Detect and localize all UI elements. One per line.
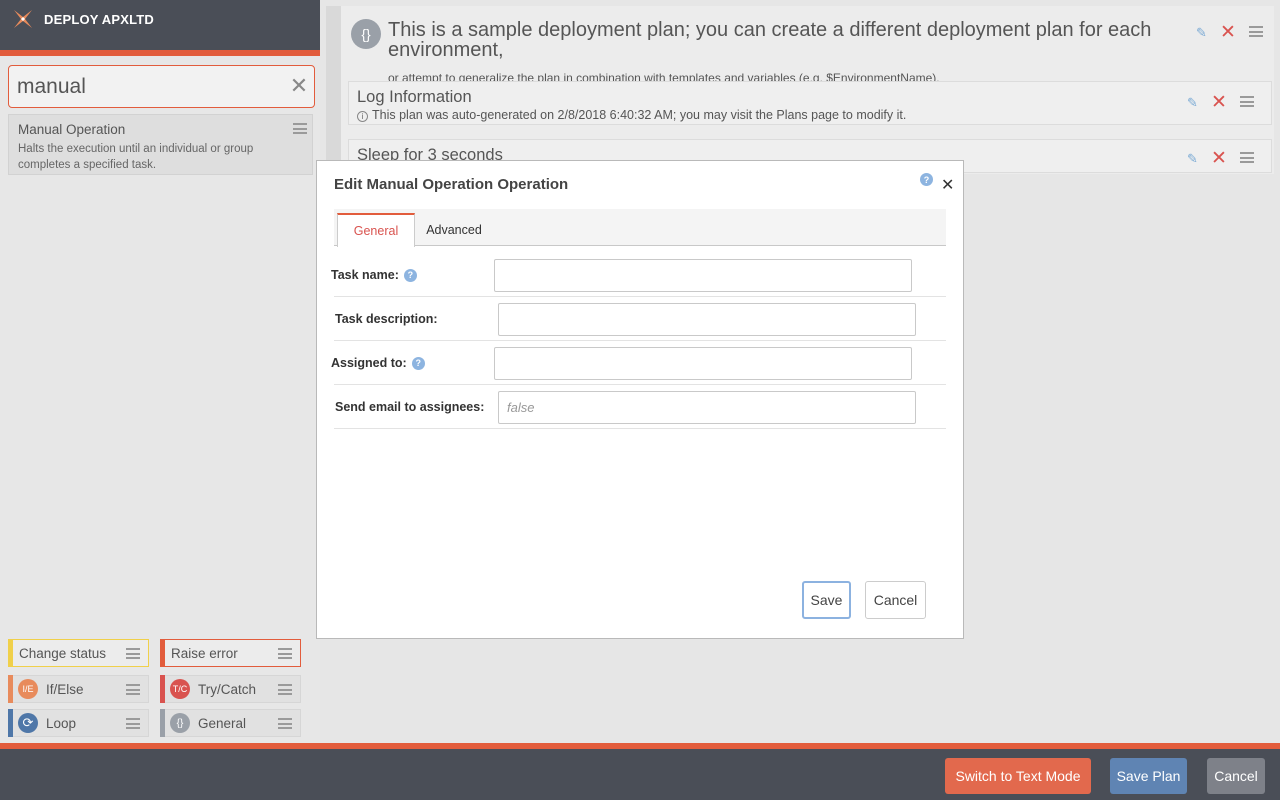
operation-title: Manual Operation [18, 122, 126, 137]
drag-handle-icon[interactable] [126, 684, 140, 695]
switch-to-text-mode-button[interactable]: Switch to Text Mode [945, 758, 1091, 794]
operation-actions: ✎ ✕ [1187, 148, 1257, 169]
chip-color-bar [160, 709, 165, 737]
footer-bar: Switch to Text Mode Save Plan Cancel [0, 749, 1280, 800]
palette-general[interactable]: {} General [160, 709, 301, 737]
tab-bar: General Advanced [334, 209, 946, 247]
plan-gutter [326, 6, 341, 174]
palette-if-else[interactable]: I/E If/Else [8, 675, 149, 703]
loop-icon: ⟳ [18, 713, 38, 733]
assigned-to-row: Assigned to:? [331, 341, 946, 385]
chip-label: Change status [19, 645, 107, 661]
task-name-input[interactable] [494, 259, 912, 292]
delete-icon[interactable]: ✕ [1220, 21, 1236, 44]
operation-actions: ✎ ✕ [1187, 92, 1257, 113]
chip-label: Raise error [171, 645, 238, 661]
braces-icon: {} [351, 19, 381, 49]
plan-general-block[interactable]: {} This is a sample deployment plan; you… [348, 14, 1268, 85]
footer-cancel-button[interactable]: Cancel [1207, 758, 1265, 794]
task-name-label: Task name:? [331, 268, 417, 282]
chip-color-bar [160, 675, 165, 703]
chip-label: If/Else [46, 681, 84, 697]
field-label-text: Send email to assignees: [335, 400, 485, 414]
drag-handle-icon[interactable] [126, 718, 140, 729]
delete-icon[interactable]: ✕ [1211, 147, 1227, 170]
drag-handle-icon[interactable] [1240, 96, 1254, 107]
drag-handle-icon[interactable] [126, 648, 140, 659]
task-description-input[interactable] [498, 303, 916, 336]
drag-handle-icon[interactable] [293, 123, 307, 134]
task-name-row: Task name:? [331, 253, 946, 297]
chip-label: Loop [46, 715, 77, 731]
braces-icon: {} [170, 713, 190, 733]
list-item[interactable]: Manual Operation Halts the execution unt… [8, 114, 313, 175]
field-label-text: Assigned to: [331, 356, 407, 370]
operation-description: Halts the execution until an individual … [18, 143, 254, 171]
chip-color-bar [8, 639, 13, 667]
palette-raise-error[interactable]: Raise error [160, 639, 301, 667]
if-else-icon: I/E [18, 679, 38, 699]
edit-icon[interactable]: ✎ [1196, 25, 1207, 41]
chip-color-bar [8, 675, 13, 703]
chip-color-bar [160, 639, 165, 667]
edit-operation-dialog: Edit Manual Operation Operation ? ✕ Gene… [316, 160, 964, 639]
save-plan-button[interactable]: Save Plan [1110, 758, 1187, 794]
field-label-text: Task description: [335, 312, 438, 326]
cancel-button[interactable]: Cancel [865, 581, 926, 619]
chip-color-bar [8, 709, 13, 737]
save-button[interactable]: Save [802, 581, 851, 619]
sidebar: DEPLOY APXLTD ✕ Manual Operation Halts t… [0, 0, 320, 743]
task-description-label: Task description: [335, 312, 438, 326]
palette-try-catch[interactable]: T/C Try/Catch [160, 675, 301, 703]
send-email-row: Send email to assignees: [334, 385, 946, 429]
drag-handle-icon[interactable] [278, 648, 292, 659]
send-email-input[interactable] [498, 391, 916, 424]
delete-icon[interactable]: ✕ [1211, 91, 1227, 114]
operation-title: Log Information [357, 88, 472, 106]
close-icon[interactable]: ✕ [288, 74, 310, 98]
logo-icon [14, 10, 32, 28]
close-icon[interactable]: ✕ [941, 175, 954, 195]
header-accent [0, 50, 320, 56]
search-input[interactable] [17, 74, 277, 99]
tab-advanced[interactable]: Advanced [424, 213, 484, 246]
operation-subtitle: i This plan was auto-generated on 2/8/201… [357, 108, 906, 122]
assigned-to-label: Assigned to:? [331, 356, 425, 370]
assigned-to-input[interactable] [494, 347, 912, 380]
operation-subtitle-text: This plan was auto-generated on 2/8/2018… [372, 108, 907, 122]
plan-editor: {} This is a sample deployment plan; you… [326, 6, 1274, 174]
tab-general[interactable]: General [337, 213, 415, 247]
edit-icon[interactable]: ✎ [1187, 95, 1198, 111]
info-icon: i [357, 111, 368, 122]
chip-label: General [198, 715, 247, 731]
try-catch-icon: T/C [170, 679, 190, 699]
help-icon[interactable]: ? [920, 173, 933, 186]
app-header: DEPLOY APXLTD [0, 0, 320, 50]
field-label-text: Task name: [331, 268, 399, 282]
block-actions: ✎ ✕ [1196, 22, 1266, 43]
palette-loop[interactable]: ⟳ Loop [8, 709, 149, 737]
help-icon[interactable]: ? [403, 268, 417, 282]
dialog-title: Edit Manual Operation Operation [334, 176, 569, 193]
palette-change-status[interactable]: Change status [8, 639, 149, 667]
task-description-row: Task description: [334, 297, 946, 341]
drag-handle-icon[interactable] [1240, 152, 1254, 163]
help-icon[interactable]: ? [411, 356, 425, 370]
chip-label: Try/Catch [198, 681, 257, 697]
app-title: DEPLOY APXLTD [44, 11, 154, 27]
operation-log-information[interactable]: Log Information i This plan was auto-gene… [348, 81, 1272, 125]
search-box[interactable]: ✕ [8, 65, 315, 108]
send-email-label: Send email to assignees: [335, 400, 484, 414]
drag-handle-icon[interactable] [1249, 26, 1263, 37]
drag-handle-icon[interactable] [278, 718, 292, 729]
plan-title: This is a sample deployment plan; you ca… [388, 19, 1152, 61]
drag-handle-icon[interactable] [278, 684, 292, 695]
edit-icon[interactable]: ✎ [1187, 151, 1198, 167]
